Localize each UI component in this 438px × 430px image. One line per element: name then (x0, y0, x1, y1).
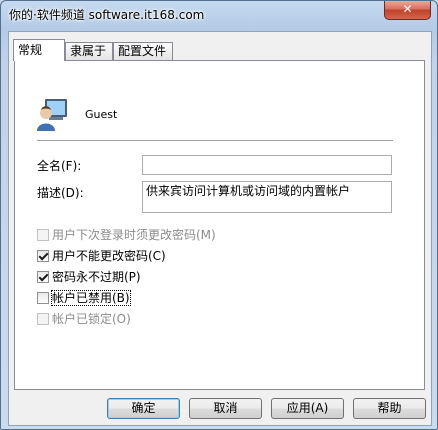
account-locked-label: 帐户已锁定(O) (52, 312, 131, 326)
cannot-change-password-checkbox[interactable] (37, 250, 49, 262)
cannot-change-password-label: 用户不能更改密码(C) (52, 249, 166, 263)
tab-member-of[interactable]: 隶属于 (65, 42, 113, 60)
option-account-locked[interactable]: 帐户已锁定(O) (37, 310, 131, 326)
account-disabled-label: 帐户已禁用(B) (51, 290, 131, 306)
option-must-change-password[interactable]: 用户下次登录时须更改密码(M) (37, 226, 216, 242)
password-never-expires-label: 密码永不过期(P) (52, 270, 141, 284)
title-bar[interactable]: 你的·软件频道 software.it168.com ✕ (1, 1, 437, 27)
option-password-never-expires[interactable]: 密码永不过期(P) (37, 268, 141, 284)
tab-general[interactable]: 常规 (13, 39, 65, 61)
tab-profile[interactable]: 配置文件 (113, 42, 173, 60)
description-input[interactable]: 供来宾访问计算机或访问域的内置帐户 (142, 181, 392, 213)
account-locked-checkbox[interactable] (37, 313, 49, 325)
option-cannot-change-password[interactable]: 用户不能更改密码(C) (37, 247, 166, 263)
help-button[interactable]: 帮助 (353, 398, 426, 419)
user-account-icon (37, 99, 67, 131)
close-button[interactable]: ✕ (384, 1, 431, 20)
cancel-button[interactable]: 取消 (189, 398, 262, 419)
account-disabled-checkbox[interactable] (37, 292, 49, 304)
tab-strip: 常规 隶属于 配置文件 (9, 39, 431, 61)
close-icon: ✕ (402, 2, 413, 16)
dialog-body: 常规 隶属于 配置文件 Guest 全名(F): 描述(D): 供来宾访问计算机… (8, 31, 432, 426)
must-change-password-checkbox[interactable] (37, 229, 49, 241)
user-name: Guest (85, 108, 118, 121)
properties-dialog: 你的·软件频道 software.it168.com ✕ 常规 隶属于 配置文件… (0, 0, 438, 430)
full-name-label: 全名(F): (37, 159, 82, 173)
must-change-password-label: 用户下次登录时须更改密码(M) (52, 228, 216, 242)
ok-button[interactable]: 确定 (107, 398, 180, 419)
full-name-input[interactable] (142, 155, 392, 175)
option-account-disabled[interactable]: 帐户已禁用(B) (37, 289, 131, 306)
apply-button[interactable]: 应用(A) (271, 398, 344, 419)
password-never-expires-checkbox[interactable] (37, 271, 49, 283)
general-tab-panel: Guest 全名(F): 描述(D): 供来宾访问计算机或访问域的内置帐户 用户… (14, 60, 425, 390)
divider (37, 140, 393, 141)
description-label: 描述(D): (37, 186, 84, 200)
window-title: 你的·软件频道 software.it168.com (9, 8, 205, 22)
